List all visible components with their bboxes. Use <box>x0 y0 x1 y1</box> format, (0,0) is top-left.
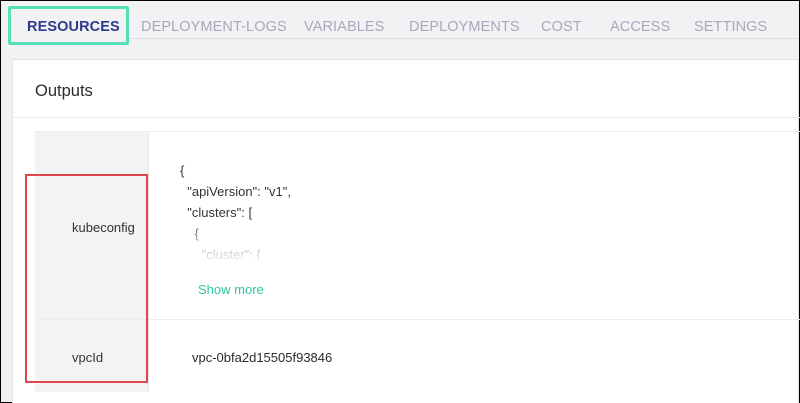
tab-settings[interactable]: SETTINGS <box>694 19 767 35</box>
app-frame: RESOURCES DEPLOYMENT-LOGS VARIABLES DEPL… <box>0 0 800 403</box>
row-divider <box>35 319 800 320</box>
vpcid-value: vpc-0bfa2d15505f93846 <box>192 350 333 365</box>
tab-underline <box>129 38 799 39</box>
show-more-link[interactable]: Show more <box>198 282 264 297</box>
tab-bar: RESOURCES DEPLOYMENT-LOGS VARIABLES DEPL… <box>1 1 799 47</box>
active-tab-highlight <box>8 6 129 45</box>
annotation-highlight-box <box>25 174 148 383</box>
tab-variables[interactable]: VARIABLES <box>304 19 384 35</box>
tab-deployments[interactable]: DEPLOYMENTS <box>409 19 520 35</box>
tab-deployment-logs[interactable]: DEPLOYMENT-LOGS <box>141 19 287 35</box>
tab-cost[interactable]: COST <box>541 19 582 35</box>
kubeconfig-value-preview: { "apiVersion": "v1", "clusters": [ { "c… <box>180 163 291 260</box>
panel-title: Outputs <box>35 82 93 100</box>
outputs-table: kubeconfig { "apiVersion": "v1", "cluste… <box>35 131 800 392</box>
tab-access[interactable]: ACCESS <box>610 19 670 35</box>
panel-header: Outputs <box>13 60 800 118</box>
